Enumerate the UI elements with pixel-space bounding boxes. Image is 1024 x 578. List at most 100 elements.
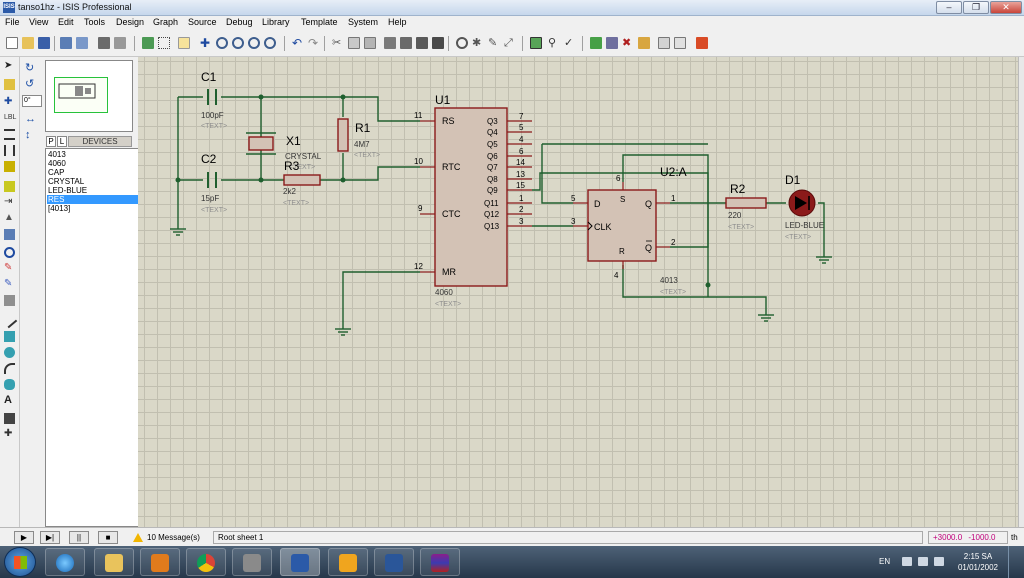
mirror-vertical-icon[interactable]: ↕ [25, 129, 31, 141]
redo-icon[interactable]: ↷ [308, 37, 320, 49]
netlist-icon[interactable] [638, 37, 650, 49]
text-script-mode-icon[interactable] [4, 129, 15, 140]
refresh-icon[interactable] [142, 37, 154, 49]
pause-button[interactable]: || [69, 531, 89, 544]
show-desktop-button[interactable] [1008, 546, 1024, 578]
electrical-rule-check-icon[interactable] [674, 37, 686, 49]
rotate-clockwise-icon[interactable]: ↻ [25, 61, 34, 74]
zoom-out-icon[interactable] [232, 37, 244, 49]
pick-devices-button[interactable]: P [46, 136, 56, 147]
stop-button[interactable]: ■ [98, 531, 118, 544]
menu-library[interactable]: Library [262, 17, 290, 27]
taskbar-word[interactable] [374, 548, 414, 576]
2d-box-icon[interactable] [4, 331, 15, 342]
paste-icon[interactable] [364, 37, 376, 49]
print-icon[interactable] [98, 37, 110, 49]
resistor-r2[interactable] [725, 197, 767, 209]
start-button[interactable] [4, 547, 36, 577]
menu-template[interactable]: Template [301, 17, 338, 27]
network-icon[interactable] [918, 557, 928, 566]
zoom-area-icon[interactable] [264, 37, 276, 49]
component-mode-icon[interactable] [4, 79, 15, 90]
2d-line-icon[interactable] [1, 312, 18, 329]
maximize-button[interactable]: ❐ [963, 1, 989, 14]
2d-arc-icon[interactable] [4, 363, 15, 374]
language-indicator[interactable]: EN [879, 557, 890, 566]
capacitor-c1[interactable] [207, 89, 217, 105]
pick-device-icon[interactable] [456, 37, 468, 49]
menu-edit[interactable]: Edit [58, 17, 74, 27]
menu-help[interactable]: Help [388, 17, 407, 27]
origin-icon[interactable] [178, 37, 190, 49]
voltage-probe-icon[interactable]: ✎ [4, 263, 15, 274]
capacitor-c2[interactable] [207, 172, 217, 188]
taskbar-internet-explorer[interactable] [45, 548, 85, 576]
block-move-icon[interactable] [400, 37, 412, 49]
packaging-tool-icon[interactable]: ✎ [488, 37, 500, 49]
pan-icon[interactable]: ✚ [200, 37, 212, 49]
copy-icon[interactable] [348, 37, 360, 49]
wire-label-mode-icon[interactable]: LBL [4, 113, 16, 124]
taskbar-app[interactable] [232, 548, 272, 576]
taskbar-isis[interactable] [280, 548, 320, 576]
taskbar-explorer[interactable] [94, 548, 134, 576]
selection-mode-icon[interactable]: ➤ [4, 61, 15, 72]
device-pins-mode-icon[interactable]: ⇥ [4, 197, 15, 208]
taskbar-winrar[interactable] [420, 548, 460, 576]
open-folder-icon[interactable] [22, 37, 34, 49]
taskbar-notepad[interactable] [328, 548, 368, 576]
resistor-r1[interactable] [337, 118, 349, 152]
play-button[interactable]: ▶ [14, 531, 34, 544]
menu-source[interactable]: Source [188, 17, 217, 27]
generator-mode-icon[interactable] [4, 247, 15, 258]
2d-symbol-icon[interactable] [4, 413, 15, 424]
taskbar-media-player[interactable] [140, 548, 180, 576]
minimize-button[interactable]: – [936, 1, 962, 14]
step-button[interactable]: ▶| [40, 531, 60, 544]
block-delete-icon[interactable] [432, 37, 444, 49]
cut-icon[interactable]: ✂ [332, 37, 344, 49]
virtual-instruments-icon[interactable] [4, 295, 15, 306]
tape-recorder-icon[interactable] [4, 229, 15, 240]
exit-parent-icon[interactable]: ✖ [622, 37, 634, 49]
vertical-scrollbar[interactable] [1018, 57, 1024, 527]
save-icon[interactable] [38, 37, 50, 49]
menu-view[interactable]: View [29, 17, 48, 27]
search-tag-icon[interactable]: ⚲ [548, 37, 560, 49]
menu-tools[interactable]: Tools [84, 17, 105, 27]
2d-markers-icon[interactable]: ✚ [4, 429, 15, 440]
rotation-angle-field[interactable]: 0° [22, 95, 42, 107]
subcircuit-mode-icon[interactable] [4, 161, 15, 172]
buses-mode-icon[interactable] [4, 145, 15, 156]
junction-dot-mode-icon[interactable]: ✚ [4, 97, 15, 108]
menu-debug[interactable]: Debug [226, 17, 253, 27]
mirror-horizontal-icon[interactable]: ↔ [25, 113, 36, 125]
schematic-canvas[interactable]: C1 100pF <TEXT> C2 15pF <TEXT> X1 CRYSTA… [138, 57, 1018, 527]
decompose-icon[interactable]: ⤢ [504, 37, 516, 49]
tray-arrow-icon[interactable] [902, 557, 912, 566]
ares-netlist-icon[interactable] [696, 37, 708, 49]
menu-system[interactable]: System [348, 17, 378, 27]
export-icon[interactable] [76, 37, 88, 49]
graph-mode-icon[interactable]: ▲ [4, 213, 15, 224]
block-rotate-icon[interactable] [416, 37, 428, 49]
print-area-icon[interactable] [114, 37, 126, 49]
volume-icon[interactable] [934, 557, 944, 566]
wire-autorouter-icon[interactable] [530, 37, 542, 49]
zoom-in-icon[interactable] [216, 37, 228, 49]
ic-u1-4060[interactable] [420, 107, 532, 287]
led-d1[interactable] [788, 189, 816, 217]
resistor-r3[interactable] [283, 174, 321, 186]
menu-design[interactable]: Design [116, 17, 144, 27]
2d-path-icon[interactable] [4, 379, 15, 390]
menu-graph[interactable]: Graph [153, 17, 178, 27]
new-file-icon[interactable] [6, 37, 18, 49]
taskbar-chrome[interactable] [186, 548, 226, 576]
menu-file[interactable]: File [5, 17, 20, 27]
2d-text-icon[interactable]: A [4, 395, 15, 406]
import-icon[interactable] [60, 37, 72, 49]
current-probe-icon[interactable]: ✎ [4, 279, 15, 290]
zoom-all-icon[interactable] [248, 37, 260, 49]
2d-circle-icon[interactable] [4, 347, 15, 358]
property-tool-icon[interactable]: ✓ [564, 37, 576, 49]
